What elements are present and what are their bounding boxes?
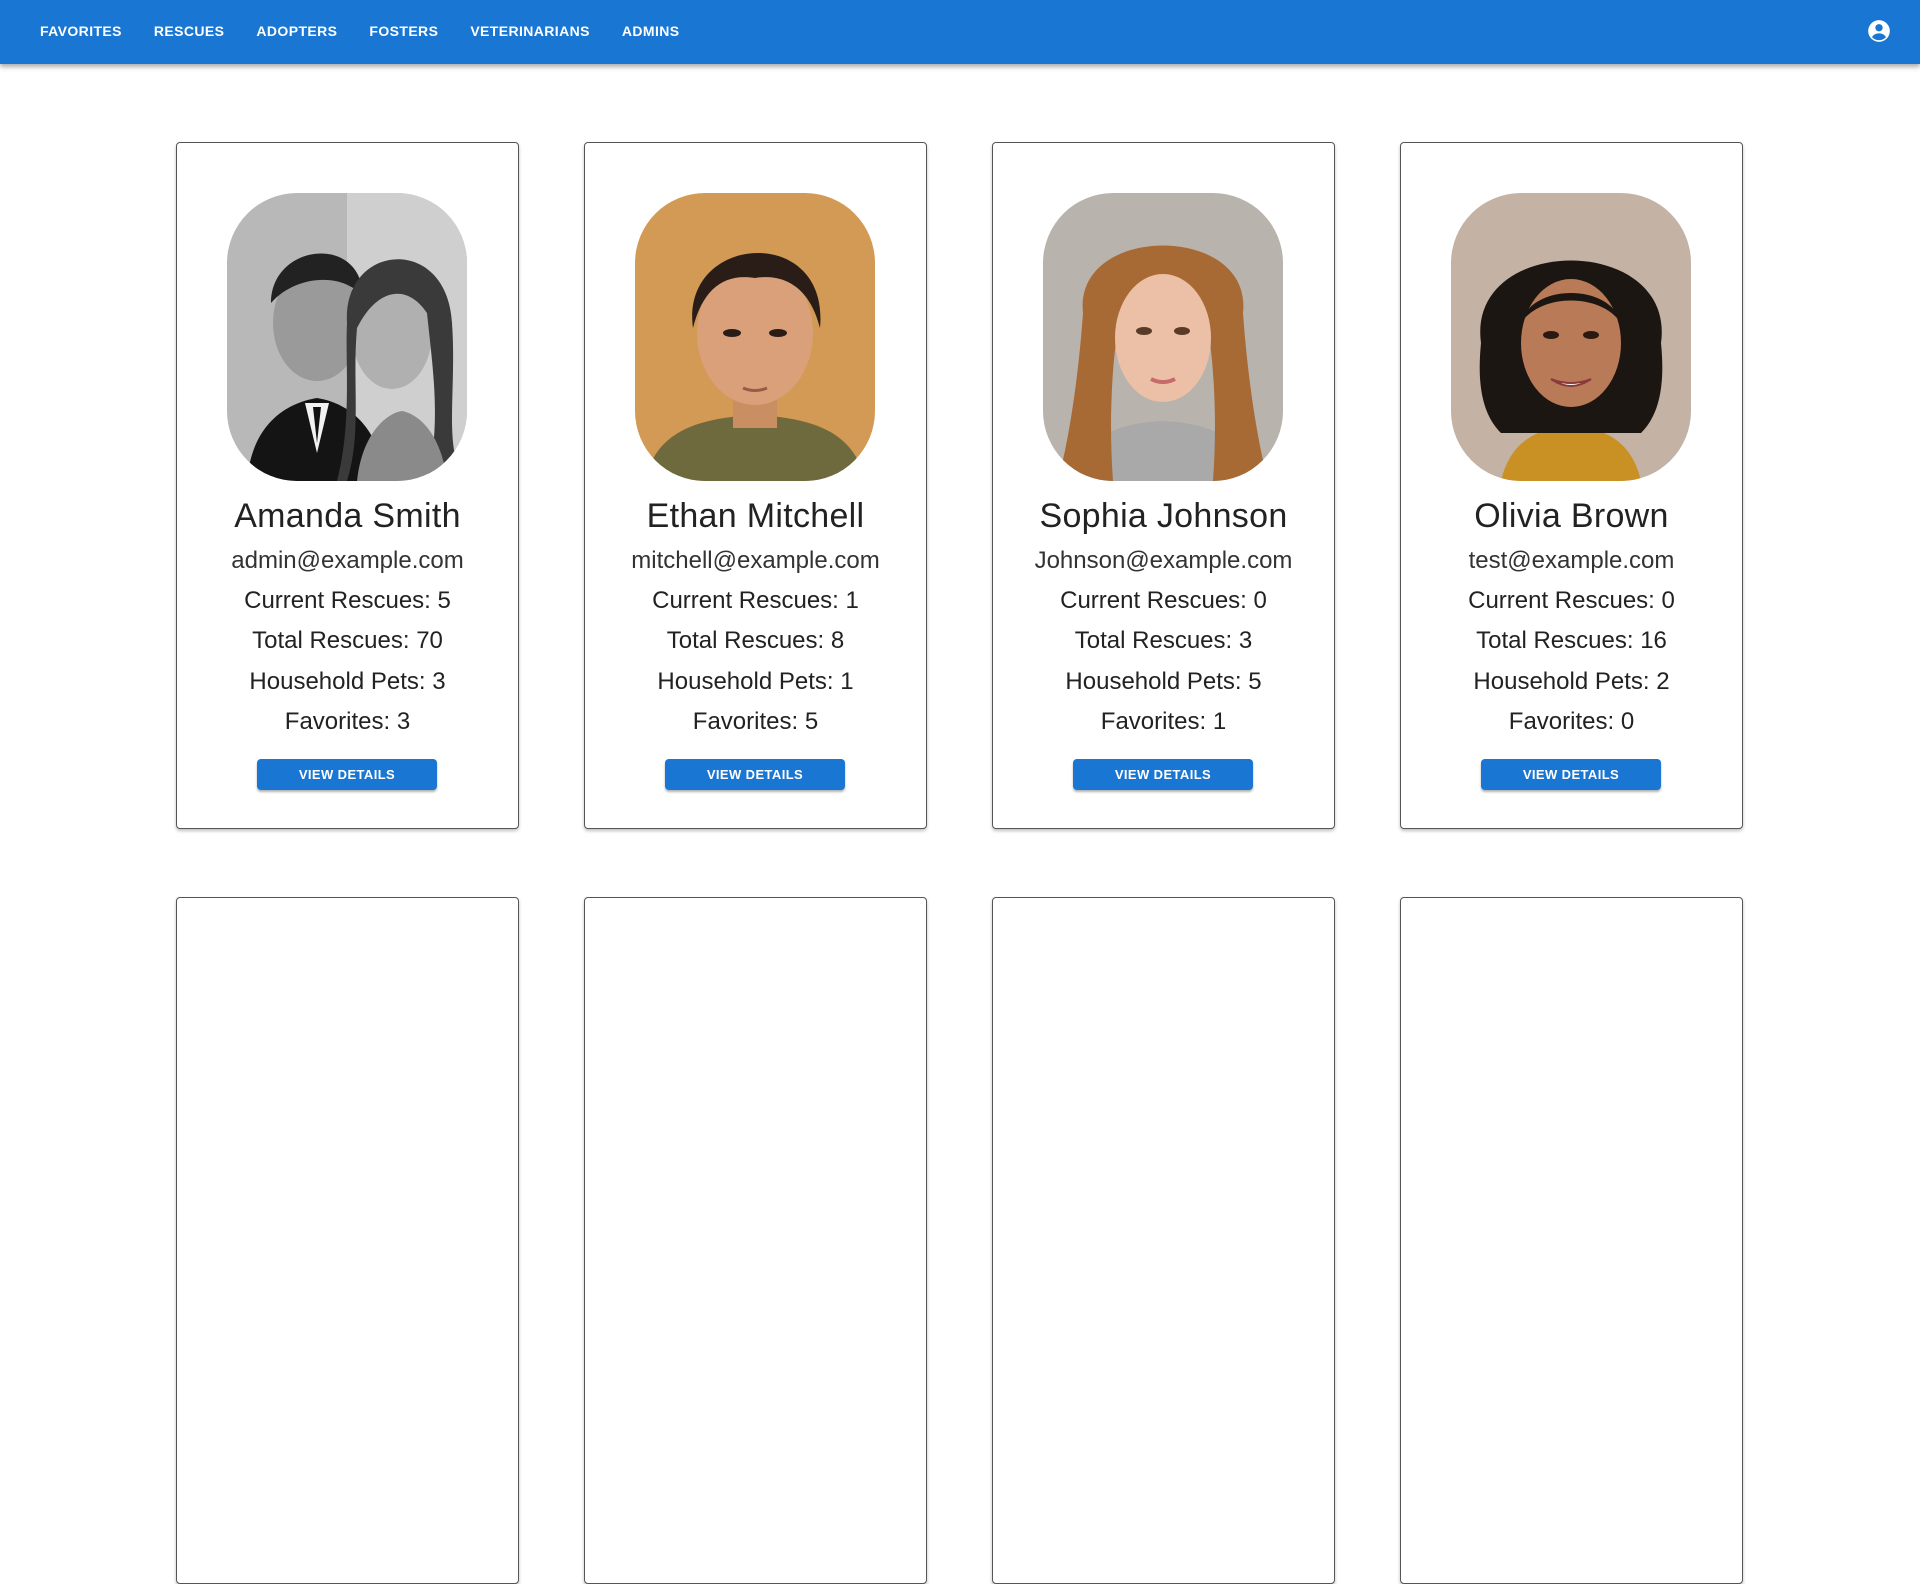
household-pets-label: Household Pets: [657, 668, 834, 695]
total-rescues: Total Rescues: 16 [1401, 627, 1742, 655]
nav-fosters[interactable]: FOSTERS [355, 15, 452, 47]
user-card-grid: Amanda Smith admin@example.com Current R… [0, 0, 1920, 1584]
user-card: Olivia Brown test@example.com Current Re… [1400, 142, 1743, 829]
current-rescues: Current Rescues: 0 [993, 587, 1334, 615]
user-email: Johnson@example.com [1034, 547, 1293, 574]
user-name: Amanda Smith [234, 497, 461, 535]
current-rescues-value: 5 [437, 587, 451, 614]
nav-rescues[interactable]: RESCUES [140, 15, 238, 47]
household-pets-label: Household Pets: [1473, 668, 1650, 695]
nav-veterinarians[interactable]: VETERINARIANS [456, 15, 604, 47]
view-details-button[interactable]: VIEW DETAILS [257, 759, 437, 790]
total-rescues-value: 16 [1640, 627, 1667, 654]
top-app-bar: FAVORITES RESCUES ADOPTERS FOSTERS VETER… [0, 0, 1920, 64]
favorites-value: 3 [396, 708, 411, 735]
user-photo [1043, 193, 1283, 481]
current-rescues-label: Current Rescues: [1468, 587, 1655, 614]
user-photo [1451, 193, 1691, 481]
current-rescues-value: 0 [1661, 587, 1675, 614]
user-card: Sophia Johnson Johnson@example.com Curre… [992, 142, 1335, 829]
household-pets-value: 1 [840, 668, 854, 695]
total-rescues: Total Rescues: 70 [177, 627, 518, 655]
nav-favorites[interactable]: FAVORITES [26, 15, 136, 47]
total-rescues: Total Rescues: 3 [993, 627, 1334, 655]
nav-admins[interactable]: ADMINS [608, 15, 694, 47]
household-pets: Household Pets: 2 [1401, 668, 1742, 696]
household-pets-value: 5 [1248, 668, 1262, 695]
total-rescues-label: Total Rescues: [1074, 627, 1233, 654]
favorites-label: Favorites: [692, 708, 799, 735]
user-email: test@example.com [1468, 547, 1675, 574]
favorites-count: Favorites: 5 [585, 708, 926, 736]
total-rescues-value: 8 [830, 627, 845, 654]
user-card-partial [176, 897, 519, 1584]
total-rescues-value: 3 [1238, 627, 1253, 654]
current-rescues-label: Current Rescues: [1060, 587, 1247, 614]
total-rescues-label: Total Rescues: [1476, 627, 1634, 654]
current-rescues: Current Rescues: 1 [585, 587, 926, 615]
favorites-label: Favorites: [1508, 708, 1615, 735]
favorites-value: 1 [1212, 708, 1227, 735]
current-rescues: Current Rescues: 5 [177, 587, 518, 615]
current-rescues-value: 1 [845, 587, 859, 614]
user-photo [227, 193, 467, 481]
favorites-value: 0 [1620, 708, 1635, 735]
current-rescues: Current Rescues: 0 [1401, 587, 1742, 615]
household-pets: Household Pets: 3 [177, 668, 518, 696]
user-card-partial [992, 897, 1335, 1584]
total-rescues: Total Rescues: 8 [585, 627, 926, 655]
current-rescues-label: Current Rescues: [244, 587, 431, 614]
user-card-partial [1400, 897, 1743, 1584]
household-pets-value: 3 [432, 668, 446, 695]
favorites-count: Favorites: 3 [177, 708, 518, 736]
household-pets-label: Household Pets: [1065, 668, 1242, 695]
favorites-count: Favorites: 1 [993, 708, 1334, 736]
view-details-button[interactable]: VIEW DETAILS [1073, 759, 1253, 790]
total-rescues-label: Total Rescues: [252, 627, 410, 654]
view-details-button[interactable]: VIEW DETAILS [1481, 759, 1661, 790]
user-name: Olivia Brown [1474, 497, 1669, 535]
household-pets-label: Household Pets: [249, 668, 426, 695]
household-pets: Household Pets: 1 [585, 668, 926, 696]
user-name: Ethan Mitchell [646, 497, 865, 535]
user-photo [635, 193, 875, 481]
user-name: Sophia Johnson [1039, 497, 1288, 535]
current-rescues-value: 0 [1253, 587, 1267, 614]
favorites-count: Favorites: 0 [1401, 708, 1742, 736]
favorites-label: Favorites: [284, 708, 391, 735]
account-circle-icon[interactable] [1866, 18, 1892, 44]
total-rescues-value: 70 [416, 627, 443, 654]
user-email: admin@example.com [231, 547, 464, 574]
total-rescues-label: Total Rescues: [666, 627, 825, 654]
favorites-value: 5 [804, 708, 819, 735]
favorites-label: Favorites: [1100, 708, 1207, 735]
household-pets: Household Pets: 5 [993, 668, 1334, 696]
user-card-partial [584, 897, 927, 1584]
user-email: mitchell@example.com [631, 547, 880, 574]
nav-adopters[interactable]: ADOPTERS [242, 15, 351, 47]
user-card: Ethan Mitchell mitchell@example.com Curr… [584, 142, 927, 829]
current-rescues-label: Current Rescues: [652, 587, 839, 614]
user-card: Amanda Smith admin@example.com Current R… [176, 142, 519, 829]
household-pets-value: 2 [1656, 668, 1670, 695]
main-nav: FAVORITES RESCUES ADOPTERS FOSTERS VETER… [26, 0, 697, 62]
view-details-button[interactable]: VIEW DETAILS [665, 759, 845, 790]
